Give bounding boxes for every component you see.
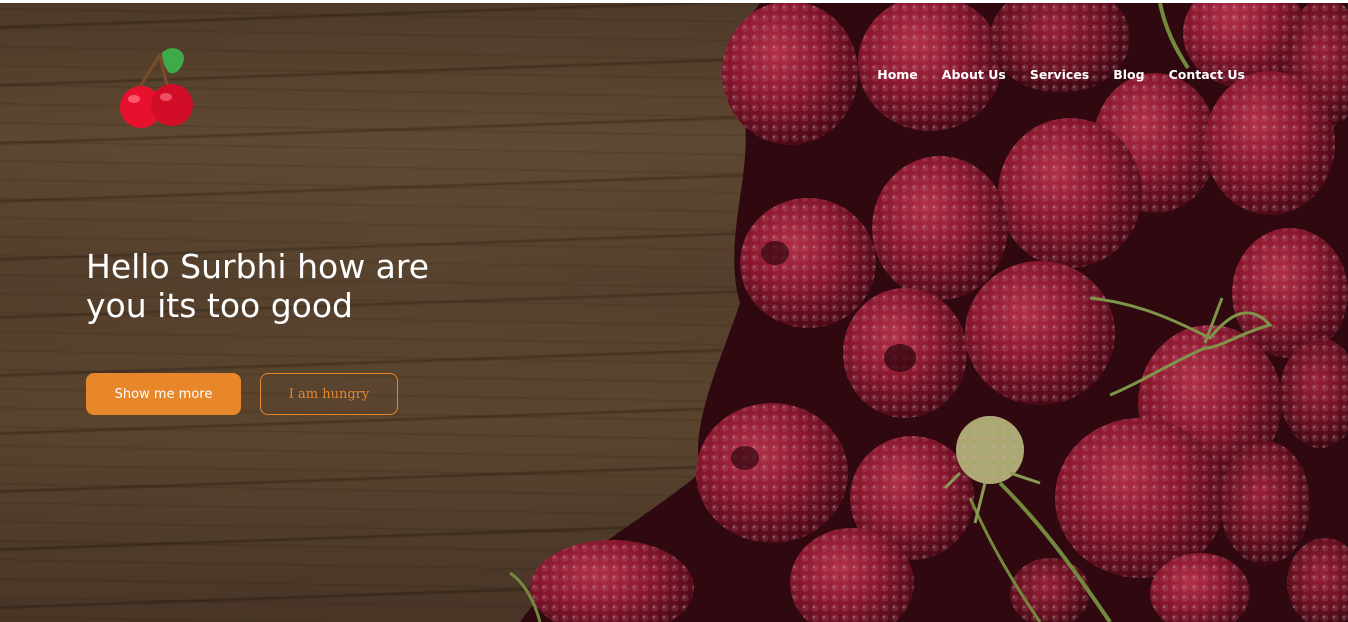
hero-section: Home About Us Services Blog Contact Us H… (0, 3, 1348, 622)
hero-headline-line2: you its too good (86, 286, 353, 325)
nav-about-us[interactable]: About Us (942, 67, 1006, 82)
hero-headline: Hello Surbhi how are you its too good (86, 247, 446, 325)
show-me-more-button[interactable]: Show me more (86, 373, 241, 415)
nav-services[interactable]: Services (1030, 67, 1089, 82)
hero-headline-line1: Hello Surbhi how are (86, 247, 430, 286)
main-nav: Home About Us Services Blog Contact Us (853, 67, 1245, 82)
nav-blog[interactable]: Blog (1113, 67, 1144, 82)
nav-contact-us[interactable]: Contact Us (1169, 67, 1245, 82)
i-am-hungry-button[interactable]: I am hungry (260, 373, 398, 415)
nav-home[interactable]: Home (877, 67, 918, 82)
cherry-icon[interactable] (114, 43, 196, 131)
